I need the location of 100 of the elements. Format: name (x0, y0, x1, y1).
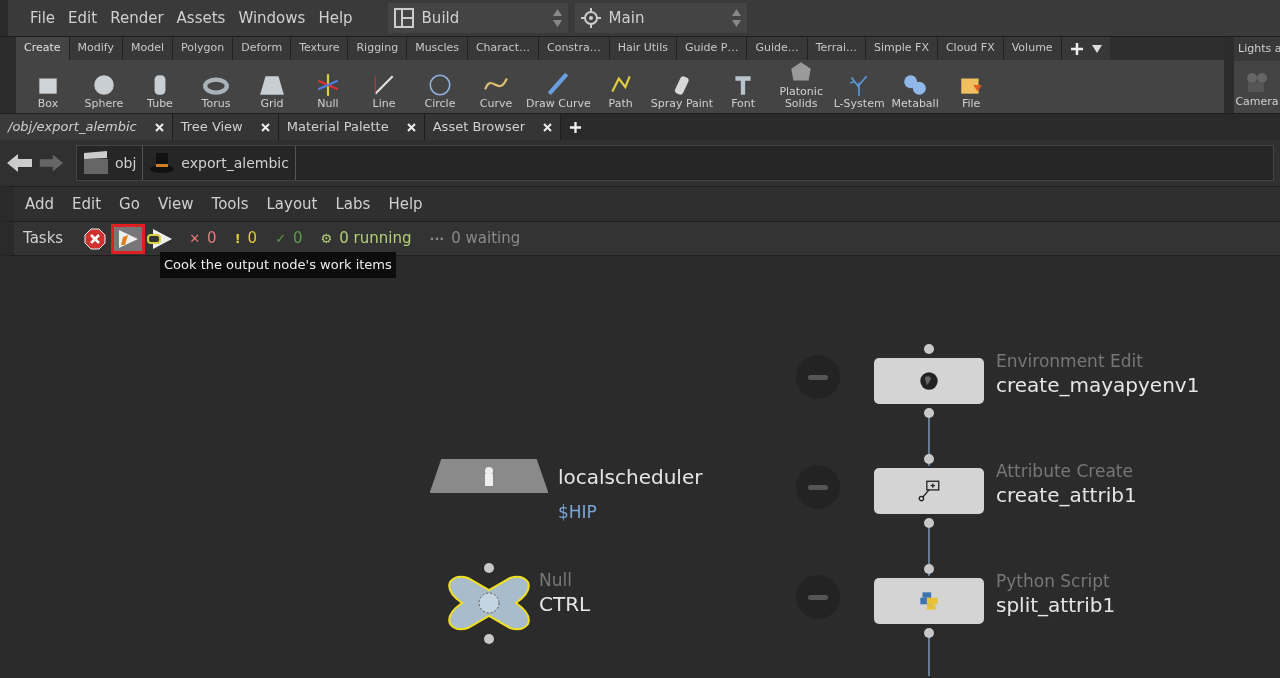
menu-item[interactable]: Labs (335, 192, 371, 216)
top-hat-icon (149, 151, 176, 175)
shelf-tool[interactable]: Sphere (76, 72, 132, 110)
shelf-tool[interactable]: Null (300, 72, 356, 110)
node-box[interactable] (874, 468, 984, 514)
shelf-tab[interactable]: Create (16, 37, 70, 60)
tool-icon (91, 72, 117, 98)
shelf-tab[interactable]: Lights a (1234, 37, 1280, 61)
close-icon[interactable] (260, 122, 270, 132)
menu-item[interactable]: Windows (238, 6, 306, 30)
shelf-tab[interactable]: Texture (291, 37, 349, 60)
shelf-tab[interactable]: Muscles (407, 37, 468, 60)
desktop-dropdown[interactable]: Build (387, 3, 568, 33)
close-icon[interactable] (406, 122, 416, 132)
cook-output-button[interactable] (111, 223, 146, 254)
node-name: create_attrib1 (996, 482, 1137, 509)
shelf-tool[interactable]: Platonic Solids (771, 60, 832, 110)
null-node[interactable] (446, 574, 532, 632)
tool-icon (315, 72, 341, 98)
node-box[interactable] (874, 578, 984, 624)
status-count: 0 waiting (451, 228, 521, 250)
shelf-tool[interactable]: Line (356, 72, 412, 110)
shelf-tool[interactable]: L-System (831, 72, 888, 110)
menu-item[interactable]: Edit (68, 6, 98, 30)
close-icon[interactable] (543, 122, 553, 132)
shelf-tab[interactable]: Terrai… (807, 37, 866, 60)
shelf-tool[interactable]: Curve (468, 72, 524, 110)
status-glyph: ✓ (275, 229, 287, 248)
shelf-tab[interactable]: Simple FX (866, 37, 938, 60)
output-port[interactable] (924, 408, 934, 418)
shelf-tab[interactable]: Volume (1003, 37, 1062, 60)
node-name: split_attrib1 (996, 592, 1116, 619)
shelf-tab[interactable]: Modify (69, 37, 123, 60)
shelf-tool[interactable]: Torus (188, 72, 244, 110)
input-port[interactable] (924, 344, 934, 354)
menu-item[interactable]: View (157, 192, 194, 216)
path-segment[interactable]: obj (77, 146, 144, 180)
status-count: 0 running (339, 228, 412, 250)
shelf-tool[interactable]: Spray Paint (648, 72, 716, 110)
menu-item[interactable]: Help (388, 192, 423, 216)
shelf-tab[interactable]: Charact… (467, 37, 539, 60)
shelf-tool[interactable]: Grid (244, 72, 300, 110)
pane-tab[interactable]: /obj/export_alembic (0, 114, 173, 140)
shelf-tab[interactable]: Hair Utils (609, 37, 677, 60)
context-dropdown[interactable]: Main (574, 3, 747, 33)
shelf-tab[interactable]: Polygon (173, 37, 234, 60)
play-icon[interactable] (147, 227, 174, 250)
input-port[interactable] (924, 564, 934, 574)
node-name: create_mayapyenv1 (996, 372, 1200, 399)
status-count: 0 (293, 228, 303, 250)
shelf-tool[interactable]: Camera (1234, 61, 1280, 113)
caret-icon (1091, 44, 1102, 53)
shelf-tab[interactable]: Cloud FX (937, 37, 1004, 60)
pane-tab[interactable]: Asset Browser (424, 114, 562, 140)
shelf-tool[interactable]: File (943, 72, 1000, 110)
cancel-icon[interactable] (84, 227, 107, 250)
plus-icon[interactable] (569, 120, 583, 134)
shelf-tab[interactable]: Constra… (538, 37, 610, 60)
add-tab-button[interactable] (1061, 37, 1110, 60)
node-path: $HIP (558, 501, 597, 524)
shelf-tool[interactable]: Metaball (887, 72, 944, 110)
node-box[interactable] (874, 358, 984, 404)
shelf-tool[interactable]: Circle (412, 72, 468, 110)
menu-item[interactable]: File (30, 6, 56, 30)
menu-item[interactable]: Help (318, 6, 353, 30)
menu-item[interactable]: Go (119, 192, 140, 216)
shelf-tool[interactable]: Font (715, 72, 772, 110)
input-port[interactable] (924, 454, 934, 464)
node-type: Null (539, 569, 572, 592)
status-count: 0 (207, 228, 217, 250)
pane-tab[interactable]: Material Palette (278, 114, 425, 140)
node-type: Python Script (996, 570, 1110, 593)
node-icon (916, 478, 942, 504)
shelf-tool[interactable]: Tube (132, 72, 188, 110)
status-glyph: ✕ (189, 229, 201, 248)
menu-item[interactable]: Tools (211, 192, 249, 216)
output-port[interactable] (924, 628, 934, 638)
output-port[interactable] (484, 634, 494, 644)
spinner-icon (552, 9, 562, 27)
close-icon[interactable] (154, 122, 164, 132)
path-segment[interactable]: export_alembic (143, 146, 296, 180)
shelf-tab[interactable]: Guide P… (676, 37, 748, 60)
shelf-tool[interactable]: Box (20, 72, 76, 110)
pane-tab[interactable]: Tree View (172, 114, 279, 140)
shelf-tab[interactable]: Deform (233, 37, 292, 60)
menu-item[interactable]: Layout (266, 192, 318, 216)
status-glyph: ! (234, 229, 241, 248)
menu-item[interactable]: Assets (176, 6, 226, 30)
input-port[interactable] (484, 563, 494, 573)
shelf-tab[interactable]: Model (123, 37, 174, 60)
shelf-tool[interactable]: Draw Curve (524, 72, 593, 110)
menu-item[interactable]: Edit (72, 192, 102, 216)
back-arrow-icon[interactable] (6, 152, 34, 174)
output-port[interactable] (924, 518, 934, 528)
shelf-tab[interactable]: Guide… (747, 37, 808, 60)
shelf-tool[interactable]: Path (592, 72, 649, 110)
menu-item[interactable]: Render (110, 6, 164, 30)
shelf-tab[interactable]: Rigging (348, 37, 408, 60)
scheduler-node[interactable] (430, 459, 548, 493)
menu-item[interactable]: Add (25, 192, 55, 216)
